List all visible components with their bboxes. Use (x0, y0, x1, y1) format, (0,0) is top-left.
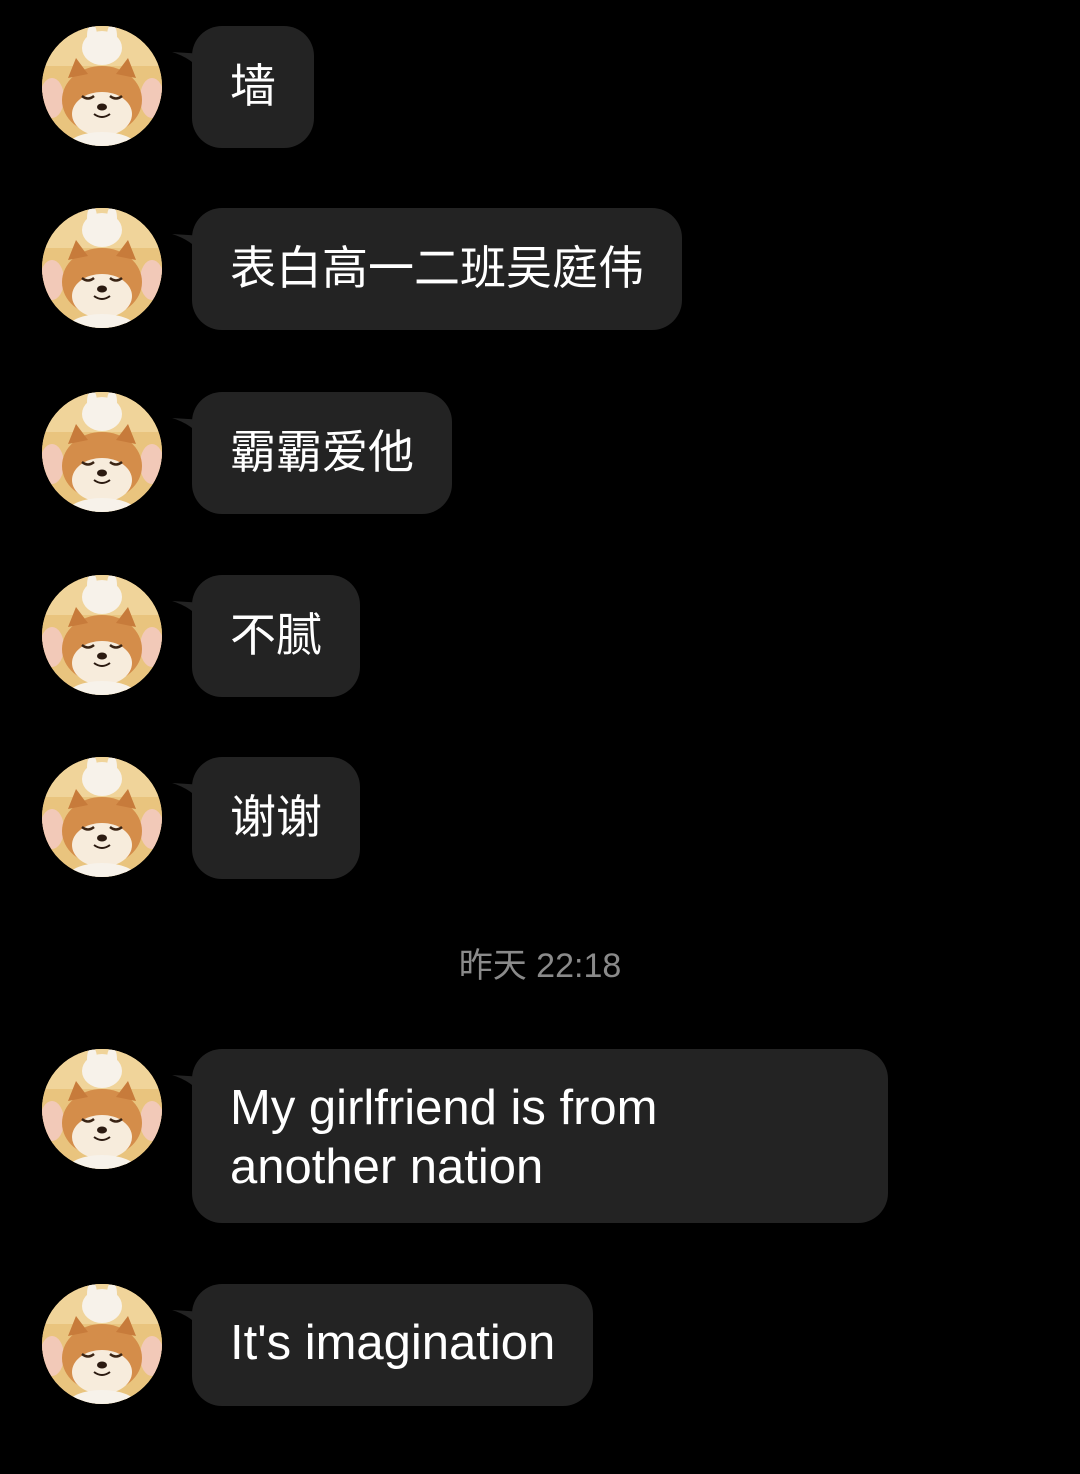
shiba-dog-avatar-icon (42, 208, 162, 328)
shiba-dog-avatar-icon (42, 26, 162, 146)
message-bubble[interactable]: 表白高一二班吴庭伟 (192, 208, 682, 330)
avatar[interactable] (42, 208, 162, 328)
message-row: 不腻 (0, 575, 1080, 697)
avatar[interactable] (42, 392, 162, 512)
message-bubble[interactable]: It's imagination (192, 1284, 594, 1406)
message-row: 霸霸爱他 (0, 392, 1080, 514)
message-row: 表白高一二班吴庭伟 (0, 208, 1080, 330)
message-bubble[interactable]: 霸霸爱他 (192, 392, 452, 514)
message-bubble[interactable]: 不腻 (192, 575, 360, 697)
shiba-dog-avatar-icon (42, 757, 162, 877)
shiba-dog-avatar-icon (42, 1284, 162, 1404)
message-bubble[interactable]: My girlfriend is from another nation (192, 1049, 888, 1223)
avatar[interactable] (42, 1049, 162, 1169)
message-row: My girlfriend is from another nation (0, 1049, 1080, 1223)
message-row: 谢谢 (0, 757, 1080, 879)
message-bubble[interactable]: 墙 (192, 26, 314, 148)
message-bubble[interactable]: 谢谢 (192, 757, 360, 879)
avatar[interactable] (42, 26, 162, 146)
message-row: 墙 (0, 26, 1080, 148)
avatar[interactable] (42, 1284, 162, 1404)
shiba-dog-avatar-icon (42, 575, 162, 695)
shiba-dog-avatar-icon (42, 1049, 162, 1169)
timestamp-divider: 昨天 22:18 (458, 947, 622, 985)
avatar[interactable] (42, 757, 162, 877)
chat-thread[interactable]: 墙 表白高一二班吴庭伟 霸霸爱他 不腻 谢谢 昨天 22:18 My girlf… (0, 0, 1080, 1474)
avatar[interactable] (42, 575, 162, 695)
shiba-dog-avatar-icon (42, 392, 162, 512)
message-row: It's imagination (0, 1284, 1080, 1406)
